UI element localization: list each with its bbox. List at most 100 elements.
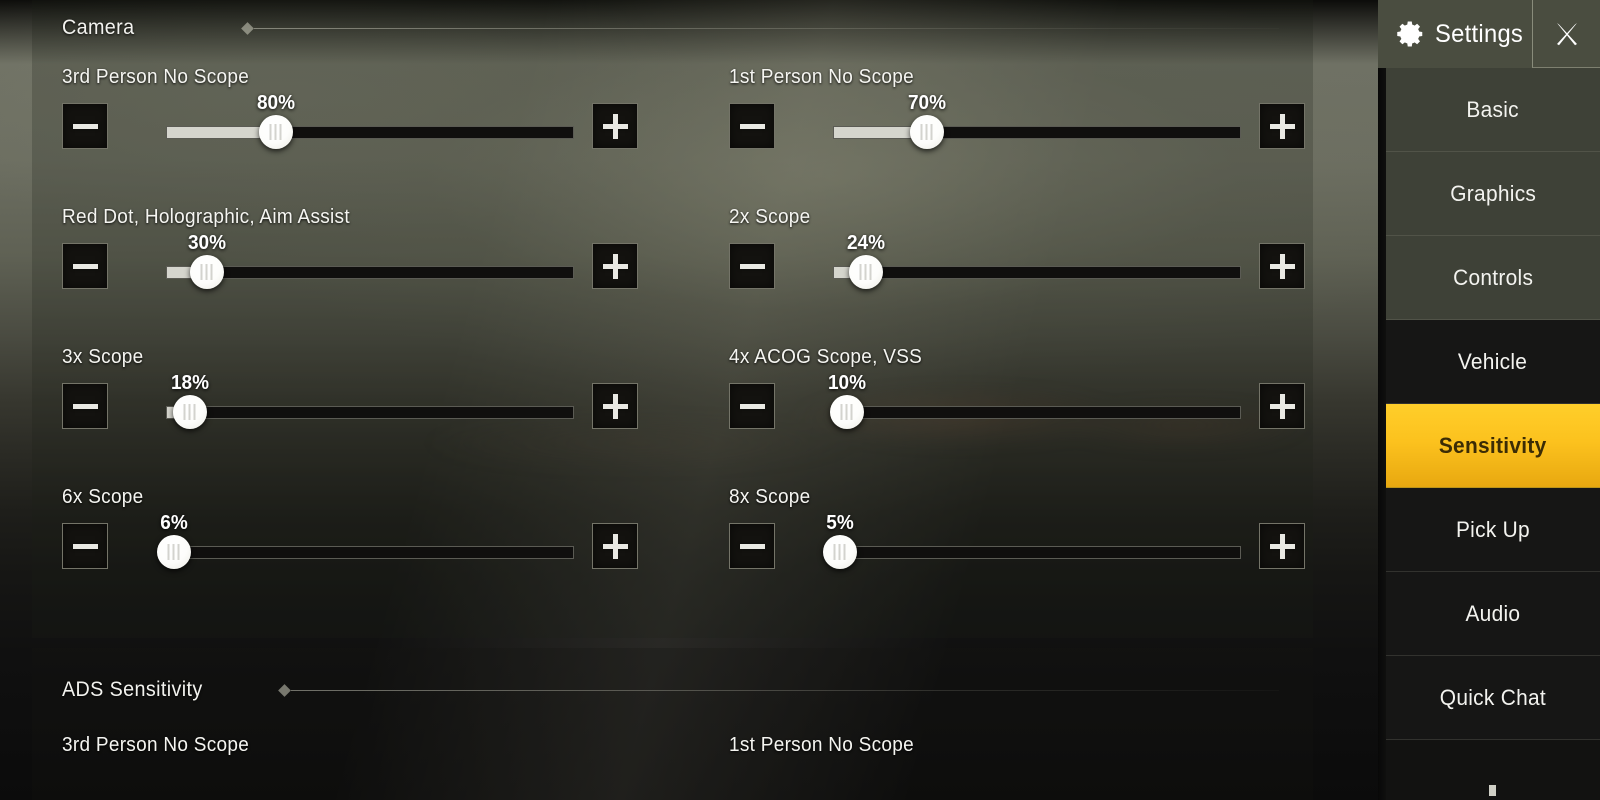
- grip-icon: [183, 404, 197, 420]
- slider-8x-scope[interactable]: 5%: [823, 512, 1241, 576]
- slider-value: 80%: [257, 92, 296, 114]
- slider-value: 18%: [171, 372, 210, 394]
- plus-button[interactable]: [592, 383, 638, 429]
- slider-thumb[interactable]: [259, 115, 294, 149]
- slider-track[interactable]: [833, 266, 1241, 279]
- sidebar-item-label: Quick Chat: [1439, 684, 1547, 710]
- minus-button[interactable]: [729, 243, 775, 289]
- slider-thumb[interactable]: [189, 255, 224, 289]
- slider-2x-scope[interactable]: 24%: [833, 232, 1241, 296]
- slider-thumb[interactable]: [157, 535, 192, 569]
- sidebar-item-label: Graphics: [1450, 180, 1536, 206]
- sidebar-item-basic[interactable]: Basic: [1386, 68, 1600, 152]
- slider-track[interactable]: [833, 406, 1241, 419]
- section-title: Camera: [62, 16, 135, 39]
- slider-red-dot[interactable]: 30%: [166, 232, 574, 296]
- scroll-indicator: [1489, 785, 1496, 796]
- minus-button[interactable]: [62, 523, 108, 569]
- sidebar-item-label: Basic: [1466, 96, 1520, 122]
- slider-value: 6%: [160, 512, 188, 534]
- minus-button[interactable]: [62, 243, 108, 289]
- setting-label: 8x Scope: [729, 486, 811, 508]
- slider-thumb[interactable]: [173, 395, 208, 429]
- slider-6x-scope[interactable]: 6%: [157, 512, 574, 576]
- plus-icon-vertical: [612, 253, 618, 279]
- plus-button[interactable]: [1259, 103, 1305, 149]
- plus-button[interactable]: [1259, 383, 1305, 429]
- sidebar-item-audio[interactable]: Audio: [1386, 572, 1600, 656]
- sidebar-item-quick-chat[interactable]: Quick Chat: [1386, 656, 1600, 740]
- plus-button[interactable]: [1259, 523, 1305, 569]
- camera-settings-panel: Camera 3rd Person No Scope 80% Red Dot, …: [32, 0, 1313, 638]
- slider-track[interactable]: [833, 126, 1241, 139]
- plus-icon-vertical: [1279, 393, 1285, 419]
- minus-icon: [72, 543, 98, 549]
- gear-icon: [1397, 21, 1423, 47]
- grip-icon: [840, 404, 854, 420]
- minus-icon: [739, 403, 765, 409]
- sidebar-header: Settings: [1378, 0, 1600, 68]
- setting-label: 3rd Person No Scope: [62, 66, 250, 88]
- grip-icon: [167, 544, 181, 560]
- minus-button[interactable]: [729, 103, 775, 149]
- sidebar-item-graphics[interactable]: Graphics: [1386, 152, 1600, 236]
- slider-3x-scope[interactable]: 18%: [166, 372, 574, 436]
- slider-track[interactable]: [166, 406, 574, 419]
- grip-icon: [920, 124, 934, 140]
- setting-row-ads-1st-person-no-scope: 1st Person No Scope: [729, 734, 1299, 762]
- slider-track[interactable]: [166, 546, 574, 559]
- setting-row-6x-scope: 6x Scope 6%: [62, 486, 638, 576]
- sidebar-item-vehicle[interactable]: Vehicle: [1386, 320, 1600, 404]
- setting-label: 2x Scope: [729, 206, 811, 228]
- grip-icon: [859, 264, 873, 280]
- minus-icon: [72, 263, 98, 269]
- sidebar-item-label: Vehicle: [1458, 348, 1528, 374]
- plus-button[interactable]: [592, 243, 638, 289]
- slider-track[interactable]: [833, 546, 1241, 559]
- plus-icon-vertical: [612, 393, 618, 419]
- sidebar-item-controls[interactable]: Controls: [1386, 236, 1600, 320]
- slider-3rd-person-no-scope[interactable]: 80%: [166, 92, 574, 156]
- minus-button[interactable]: [62, 103, 108, 149]
- setting-row-red-dot: Red Dot, Holographic, Aim Assist 30%: [62, 206, 638, 296]
- sidebar-edge: [1378, 0, 1386, 800]
- close-button[interactable]: [1532, 0, 1600, 68]
- slider-track[interactable]: [166, 126, 574, 139]
- slider-value: 30%: [187, 232, 226, 254]
- slider-thumb[interactable]: [830, 395, 865, 429]
- grip-icon: [200, 264, 214, 280]
- minus-button[interactable]: [729, 523, 775, 569]
- plus-icon-vertical: [1279, 533, 1285, 559]
- minus-button[interactable]: [62, 383, 108, 429]
- minus-icon: [739, 123, 765, 129]
- settings-title: Settings: [1435, 19, 1524, 48]
- slider-value: 10%: [828, 372, 867, 394]
- minus-button[interactable]: [729, 383, 775, 429]
- sidebar-item-label: Sensitivity: [1439, 432, 1547, 458]
- sidebar-item-pick-up[interactable]: Pick Up: [1386, 488, 1600, 572]
- setting-label: 6x Scope: [62, 486, 144, 508]
- minus-icon: [739, 263, 765, 269]
- slider-value: 5%: [826, 512, 855, 534]
- setting-label: 1st Person No Scope: [729, 66, 914, 88]
- slider-thumb[interactable]: [823, 535, 858, 569]
- section-header-camera: Camera: [62, 16, 1279, 40]
- plus-button[interactable]: [1259, 243, 1305, 289]
- plus-button[interactable]: [592, 103, 638, 149]
- section-rule: [254, 27, 1279, 29]
- slider-4x-acog[interactable]: 10%: [828, 372, 1241, 436]
- diamond-icon: [241, 21, 254, 35]
- sidebar-item-label: Pick Up: [1455, 516, 1531, 542]
- slider-value: 24%: [846, 232, 885, 254]
- close-icon: [1556, 22, 1577, 45]
- slider-thumb[interactable]: [909, 115, 944, 149]
- sidebar-item-label: Controls: [1452, 264, 1534, 290]
- slider-thumb[interactable]: [848, 255, 883, 289]
- setting-row-4x-acog: 4x ACOG Scope, VSS 10%: [729, 346, 1305, 436]
- slider-track[interactable]: [166, 266, 574, 279]
- diamond-icon: [277, 683, 291, 697]
- sidebar-item-sensitivity[interactable]: Sensitivity: [1386, 404, 1600, 488]
- slider-1st-person-no-scope[interactable]: 70%: [833, 92, 1241, 156]
- plus-button[interactable]: [592, 523, 638, 569]
- plus-icon-vertical: [1279, 253, 1285, 279]
